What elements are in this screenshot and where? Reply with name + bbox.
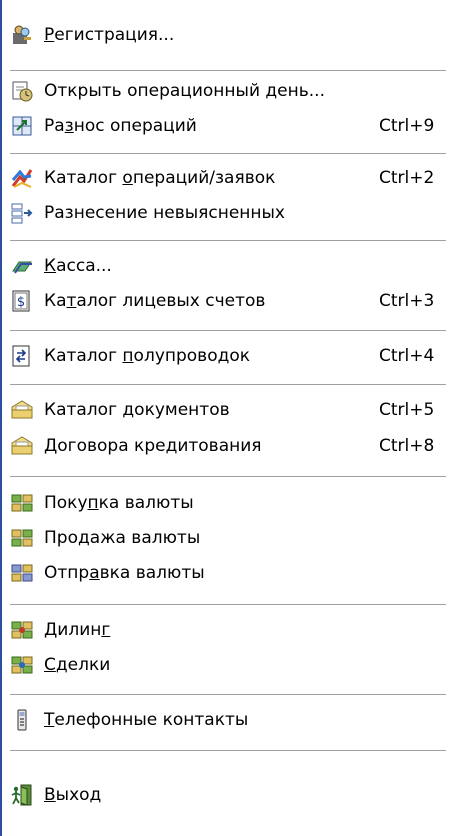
separator [10,750,446,752]
menu-item-shortcut: Ctrl+2 [379,168,435,188]
menu-item-ops-catalog[interactable]: Каталог операций/заявок Ctrl+2 [8,161,448,195]
menu-item-label: Продажа валюты [44,528,201,548]
menu-item-label: Каталог документов [44,400,230,420]
menu-item-dealing[interactable]: Дилинг [8,613,448,647]
menu-item-credit[interactable]: Договора кредитования Ctrl+8 [8,429,448,463]
menu-item-label: Каталог лицевых счетов [44,291,266,311]
menu-item-label: Разнос операций [44,116,197,136]
menu-item-label: Касса... [44,256,112,276]
currency-buy-icon [8,489,36,517]
separator [10,153,446,155]
menu-item-sell[interactable]: Продажа валюты [8,521,448,555]
menu-item-open-day[interactable]: Открыть операционный день... [8,74,448,108]
exit-door-icon [8,781,36,809]
menu-item-label: Покупка валюты [44,493,194,513]
menu-item-shortcut: Ctrl+5 [379,400,435,420]
svg-text:$: $ [17,295,25,310]
menu-item-label: Выход [44,785,102,805]
separator [10,604,446,606]
accounts-catalog-icon: $ [8,287,36,315]
menu-item-semi[interactable]: Каталог полупроводок Ctrl+4 [8,339,448,373]
separator [10,240,446,242]
menu-item-accounts[interactable]: $ Каталог лицевых счетов Ctrl+3 [8,284,448,318]
key-users-icon [8,21,36,49]
context-menu: Регистрация... Открыть операционный день… [0,0,451,836]
menu-item-deals[interactable]: Сделки [8,648,448,682]
phone-icon [8,706,36,734]
semi-entries-icon [8,342,36,370]
menu-item-label: Каталог полупроводок [44,346,251,366]
menu-item-label: Регистрация... [44,25,175,45]
open-day-icon [8,77,36,105]
menu-item-label: Договора кредитования [44,436,262,456]
separator [10,330,446,332]
separator [10,384,446,386]
menu-item-shortcut: Ctrl+8 [379,436,435,456]
menu-item-registration[interactable]: Регистрация... [8,18,448,52]
menu-item-label: Разнесение невыясненных [44,203,285,223]
menu-item-buy[interactable]: Покупка валюты [8,486,448,520]
menu-item-shortcut: Ctrl+9 [379,116,435,136]
separator [10,476,446,478]
menu-item-shortcut: Ctrl+3 [379,291,435,311]
menu-item-label: Открыть операционный день... [44,81,325,101]
menu-item-cash[interactable]: Касса... [8,249,448,283]
menu-item-label: Дилинг [44,620,111,640]
separator [10,694,446,696]
menu-item-label: Отправка валюты [44,563,205,583]
menu-item-label: Сделки [44,655,111,675]
folder-icon [8,396,36,424]
separator [10,70,446,72]
unclear-posting-icon [8,199,36,227]
deals-icon [8,651,36,679]
menu-item-post-ops[interactable]: Разнос операций Ctrl+9 [8,109,448,143]
menu-item-exit[interactable]: Выход [8,778,448,812]
menu-item-label: Каталог операций/заявок [44,168,276,188]
cash-icon [8,252,36,280]
menu-item-docs[interactable]: Каталог документов Ctrl+5 [8,393,448,427]
currency-sell-icon [8,524,36,552]
operations-catalog-icon [8,164,36,192]
currency-send-icon [8,559,36,587]
dealing-icon [8,616,36,644]
menu-item-label: Телефонные контакты [44,710,249,730]
menu-item-shortcut: Ctrl+4 [379,346,435,366]
folder-icon [8,432,36,460]
menu-item-send[interactable]: Отправка валюты [8,556,448,590]
menu-item-phones[interactable]: Телефонные контакты [8,703,448,737]
post-operations-icon [8,112,36,140]
menu-item-unclear[interactable]: Разнесение невыясненных [8,196,448,230]
